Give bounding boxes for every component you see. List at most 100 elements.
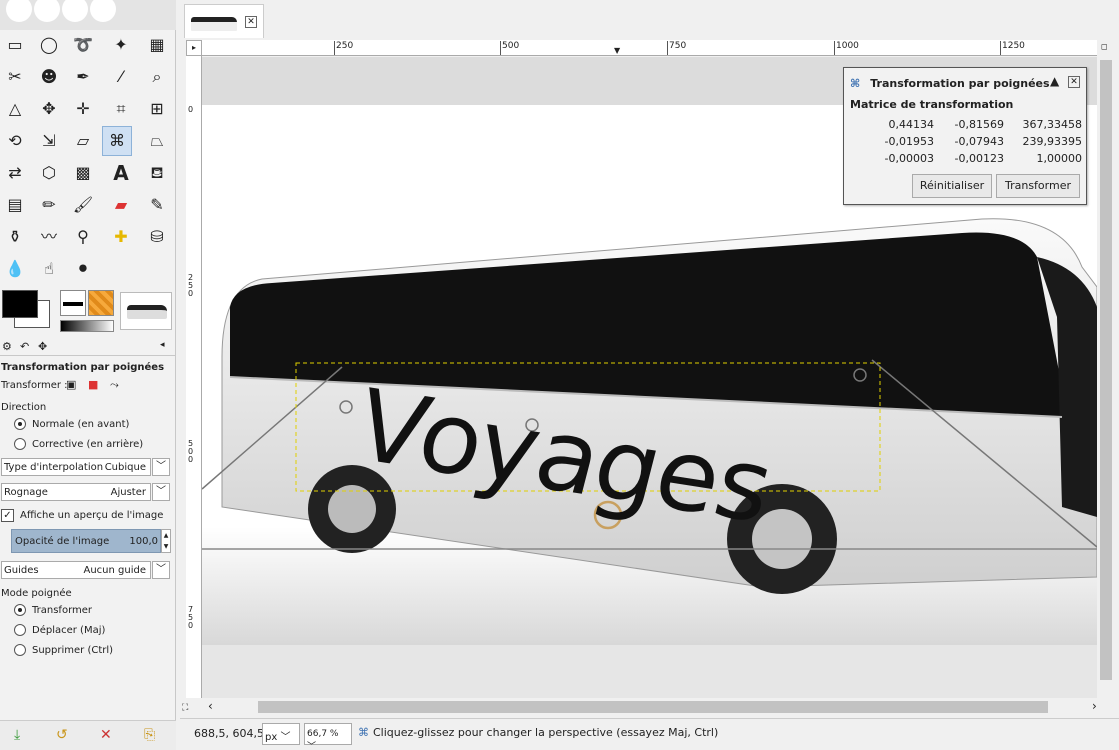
tab-menu-icon[interactable]: ◂	[160, 340, 165, 350]
bucket-fill-icon[interactable]: ⛾	[142, 158, 172, 188]
transform-layer-icon[interactable]: ▣	[66, 378, 76, 391]
device-status-tab-icon[interactable]: ✥	[38, 340, 47, 353]
smudge-icon[interactable]: ☝	[34, 254, 64, 284]
crop-icon[interactable]: ⌗	[106, 94, 136, 124]
transform-path-icon[interactable]: ⤳	[110, 378, 119, 392]
transform-selection-icon[interactable]: ■	[88, 378, 98, 391]
clone-icon[interactable]: ⚲	[68, 222, 98, 252]
opacity-spin-buttons[interactable]: ▲ ▼	[161, 529, 171, 553]
transform-button[interactable]: Transformer	[996, 174, 1080, 198]
perspective-clone-icon[interactable]: ⛁	[142, 222, 172, 252]
dodge-burn-icon[interactable]: ⚫	[68, 254, 98, 284]
chevron-down-icon[interactable]: ﹀	[152, 458, 170, 476]
direction-label: Direction	[1, 402, 47, 413]
tool-options-tab-icon[interactable]: ⚙	[2, 340, 12, 353]
scroll-left-icon[interactable]: ‹	[208, 699, 213, 713]
flip-icon[interactable]: ⇄	[0, 158, 30, 188]
move-icon[interactable]: ✥	[34, 94, 64, 124]
chevron-down-icon[interactable]: ﹀	[152, 561, 170, 579]
image-tab[interactable]: ✕	[184, 4, 264, 38]
clipping-combo[interactable]: Rognage Ajuster	[1, 483, 151, 501]
horizontal-scroll-thumb[interactable]	[258, 701, 1048, 713]
ruler-tick	[1000, 41, 1001, 55]
undo-history-tab-icon[interactable]: ↶	[20, 340, 29, 353]
eraser-icon[interactable]: ▰	[106, 190, 136, 220]
cage-icon[interactable]: ⬡	[34, 158, 64, 188]
show-preview-label: Affiche un aperçu de l'image	[20, 510, 164, 521]
save-preset-icon[interactable]: ⤓	[14, 727, 20, 743]
ellipse-select-icon[interactable]: ◯	[34, 30, 64, 60]
ruler-tick	[667, 41, 668, 55]
zoom-select[interactable]: 66,7 % ﹀	[304, 723, 352, 750]
handle-mode-remove-radio[interactable]: Supprimer (Ctrl)	[14, 644, 113, 656]
foreground-color[interactable]	[2, 290, 38, 318]
mypaint-brush-icon[interactable]: 〰	[34, 222, 64, 252]
pattern-preview[interactable]	[88, 290, 114, 316]
vertical-scrollbar[interactable]: ◻	[1097, 40, 1115, 698]
handle-mode-label: Mode poignée	[1, 588, 72, 599]
unified-transform-icon[interactable]: ⊞	[142, 94, 172, 124]
vertical-scroll-thumb[interactable]	[1100, 60, 1112, 680]
foreground-select-icon[interactable]: ☻	[34, 62, 64, 92]
unit-select[interactable]: px ﹀	[262, 723, 300, 745]
close-icon[interactable]: ✕	[1068, 76, 1080, 88]
quick-mask-toggle-icon[interactable]: ▸	[186, 40, 202, 56]
direction-corrective-radio[interactable]: Corrective (en arrière)	[14, 438, 143, 450]
blur-icon[interactable]: 💧	[0, 254, 30, 284]
warp-icon[interactable]: ▩	[68, 158, 98, 188]
rotate-icon[interactable]: ⟲	[0, 126, 30, 156]
fuzzy-select-icon[interactable]: ✦	[106, 30, 136, 60]
navigate-corner-icon[interactable]: ⛶	[182, 703, 188, 713]
airbrush-icon[interactable]: ✎	[142, 190, 172, 220]
handle-mode-transform-radio[interactable]: Transformer	[14, 604, 92, 616]
interpolation-value: Cubique	[104, 461, 146, 473]
color-select-icon[interactable]: ▦	[142, 30, 172, 60]
handle-mode-move-radio[interactable]: Déplacer (Maj)	[14, 624, 105, 636]
image-opacity-slider[interactable]: Opacité de l'image 100,0	[11, 529, 161, 553]
navigate-icon[interactable]: ◻	[1101, 42, 1108, 51]
delete-preset-icon[interactable]: ✕	[100, 727, 112, 743]
toolbox-header	[0, 0, 176, 30]
scale-icon[interactable]: ⇲	[34, 126, 64, 156]
pointer-coordinates: 688,5, 604,5	[194, 727, 264, 740]
text-icon[interactable]: A	[106, 158, 136, 188]
gradient-preview[interactable]	[60, 320, 114, 332]
measure-icon[interactable]: △	[0, 94, 30, 124]
reset-button[interactable]: Réinitialiser	[912, 174, 992, 198]
show-preview-checkbox[interactable]: ✓ Affiche un aperçu de l'image	[1, 509, 163, 522]
brush-preview[interactable]	[60, 290, 86, 316]
pencil-icon[interactable]: ✏	[34, 190, 64, 220]
toolbox: ▭ ◯ ➰ ✦ ▦ ✂ ☻ ✒ ⁄ ⌕ △ ✥ ✛ ⌗ ⊞ ⟲ ⇲ ▱ ⌘ ⏢ …	[0, 0, 176, 750]
vertical-ruler[interactable]: 0 250 500 750	[186, 56, 202, 698]
close-icon[interactable]: ✕	[245, 16, 257, 28]
horizontal-scrollbar[interactable]: ‹ ›	[202, 698, 1115, 716]
restore-preset-icon[interactable]: ↺	[56, 727, 68, 743]
scroll-right-icon[interactable]: ›	[1092, 699, 1097, 713]
align-icon[interactable]: ✛	[68, 94, 98, 124]
interpolation-combo[interactable]: Type d'interpolation Cubique	[1, 458, 151, 476]
reset-options-icon[interactable]: ⎘	[144, 727, 155, 743]
horizontal-ruler[interactable]: 250 500 750 1000 1250 ▼	[202, 40, 1097, 56]
shear-icon[interactable]: ▱	[68, 126, 98, 156]
paths-icon[interactable]: ✒	[68, 62, 98, 92]
handle-transform-icon: ⌘	[358, 726, 369, 739]
free-select-icon[interactable]: ➰	[68, 30, 98, 60]
direction-normal-radio[interactable]: Normale (en avant)	[14, 418, 129, 430]
ink-icon[interactable]: ⚱	[0, 222, 30, 252]
chevron-down-icon[interactable]: ﹀	[152, 483, 170, 501]
heal-icon[interactable]: ✚	[106, 222, 136, 252]
color-picker-icon[interactable]: ⁄	[106, 62, 136, 92]
handle-transform-icon[interactable]: ⌘	[102, 126, 132, 156]
paintbrush-icon[interactable]: 🖌	[68, 190, 98, 220]
rect-select-icon[interactable]: ▭	[0, 30, 30, 60]
matrix-cell: 0,44134	[888, 118, 935, 131]
matrix-cell: 1,00000	[1036, 152, 1083, 165]
zoom-icon[interactable]: ⌕	[142, 62, 172, 92]
collapse-icon[interactable]: ▲	[1050, 74, 1059, 88]
scissors-icon[interactable]: ✂	[0, 62, 30, 92]
decoration	[90, 0, 116, 22]
perspective-icon[interactable]: ⏢	[142, 126, 172, 156]
gradient-icon[interactable]: ▤	[0, 190, 30, 220]
guides-combo[interactable]: Guides Aucun guide	[1, 561, 151, 579]
image-thumbnail[interactable]	[120, 292, 172, 330]
